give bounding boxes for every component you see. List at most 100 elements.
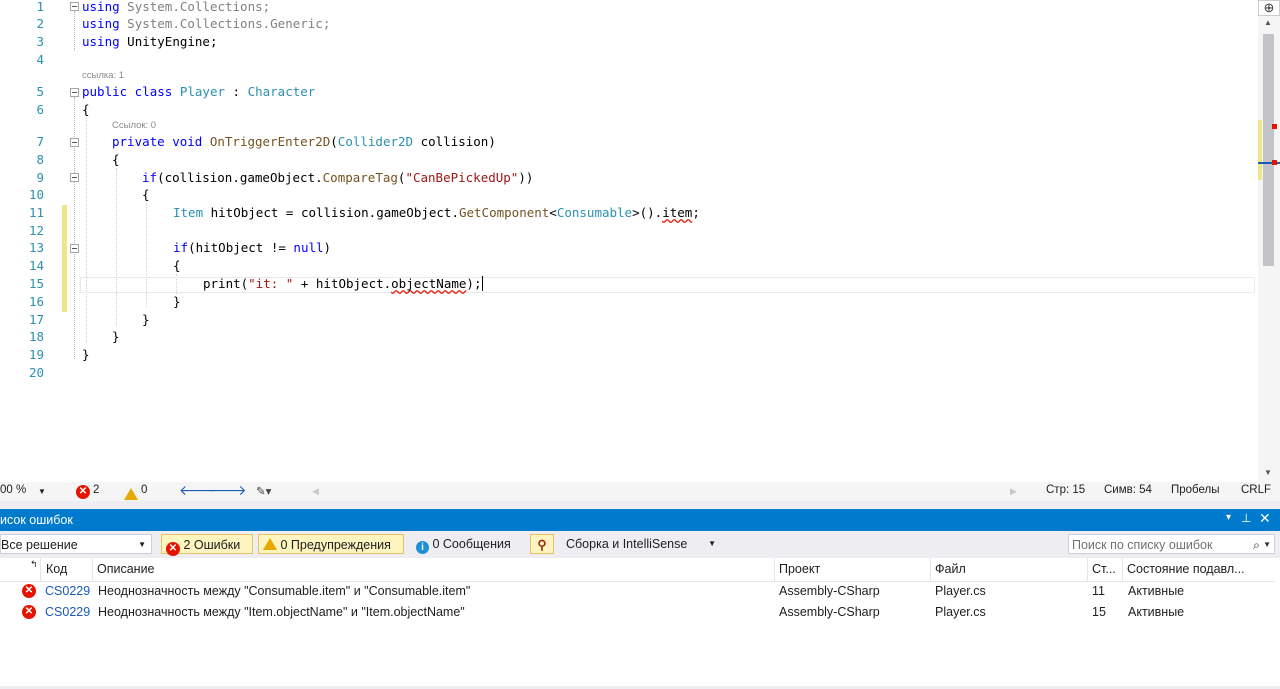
error-description: Неоднозначность между "Consumable.item" … bbox=[98, 584, 471, 598]
code-token: } bbox=[82, 347, 90, 362]
line-number: 10 bbox=[28, 187, 44, 202]
line-ending[interactable]: CRLF bbox=[1241, 484, 1271, 496]
indent-guide bbox=[86, 118, 88, 343]
column-header-description[interactable]: Описание bbox=[97, 562, 155, 576]
codelens-references[interactable]: Ссылок: 0 bbox=[112, 120, 156, 131]
brush-icon[interactable]: ✎▾ bbox=[256, 484, 271, 498]
line-number: 7 bbox=[36, 134, 44, 149]
scroll-down-icon[interactable]: ▼ bbox=[1264, 468, 1272, 477]
search-icon: ⌕ bbox=[1252, 538, 1260, 552]
column-header-line[interactable]: Ст... bbox=[1092, 562, 1116, 576]
code-token: if bbox=[142, 170, 158, 185]
scroll-right-icon[interactable]: ▶ bbox=[1010, 486, 1017, 497]
splitter[interactable] bbox=[0, 501, 1280, 509]
collapse-icon[interactable] bbox=[70, 88, 79, 97]
code-token: >(). bbox=[632, 205, 663, 220]
warnings-filter-button[interactable]: 0 Предупреждения bbox=[258, 534, 404, 554]
filter-icon[interactable]: ⚲ bbox=[530, 534, 554, 554]
line-number: 8 bbox=[36, 152, 44, 167]
column-header-code[interactable]: Код bbox=[46, 562, 67, 576]
close-icon[interactable]: ✕ bbox=[1259, 510, 1271, 527]
error-code-link[interactable]: CS0229 bbox=[45, 584, 90, 598]
code-token: { bbox=[173, 258, 181, 273]
code-line: if(hitObject != null) bbox=[173, 240, 331, 256]
search-input[interactable]: Поиск по списку ошибок ⌕ ▼ bbox=[1068, 534, 1275, 554]
panel-title: исок ошибок bbox=[0, 513, 73, 527]
code-token: class bbox=[127, 84, 173, 99]
line-number: 12 bbox=[28, 223, 44, 238]
vertical-scrollbar[interactable]: ⊕ ▲ ▼ bbox=[1258, 0, 1280, 482]
table-row[interactable]: ✕ CS0229 Неоднозначность между "Item.obj… bbox=[0, 602, 1275, 623]
chevron-down-icon: ▼ bbox=[1263, 540, 1271, 549]
change-marker bbox=[1258, 120, 1262, 180]
code-token: using bbox=[82, 0, 120, 14]
error-count[interactable]: 2 bbox=[93, 484, 99, 496]
code-token: ( bbox=[330, 134, 338, 149]
error-squiggle[interactable]: objectName bbox=[391, 276, 466, 291]
messages-filter-label: 0 Сообщения bbox=[432, 537, 511, 551]
scrollbar-thumb[interactable] bbox=[1263, 34, 1274, 266]
code-line: { bbox=[173, 258, 181, 274]
code-editor[interactable]: 1 2 3 4 5 6 7 8 9 10 11 12 13 14 15 16 1… bbox=[0, 0, 1258, 482]
sort-icon[interactable]: ↰ bbox=[30, 559, 38, 570]
error-state: Активные bbox=[1128, 584, 1185, 598]
line-number: 9 bbox=[36, 170, 44, 185]
line-number: 15 bbox=[28, 276, 44, 291]
chevron-down-icon: ▼ bbox=[708, 539, 716, 548]
table-row[interactable]: ✕ CS0229 Неоднозначность между "Consumab… bbox=[0, 581, 1275, 602]
split-window-icon[interactable]: ⊕ bbox=[1258, 0, 1280, 16]
code-token: Collider2D bbox=[337, 134, 414, 149]
collapse-icon[interactable] bbox=[70, 2, 79, 11]
line-number: 1 bbox=[36, 0, 44, 14]
error-marker bbox=[1272, 160, 1277, 165]
whitespace-mode[interactable]: Пробелы bbox=[1171, 484, 1220, 496]
error-description: Неоднозначность между "Item.objectName" … bbox=[98, 605, 465, 619]
code-token: OnTriggerEnter2D bbox=[202, 134, 331, 149]
code-line: } bbox=[82, 347, 90, 363]
chevron-down-icon[interactable]: ▼ bbox=[38, 487, 46, 496]
scroll-up-icon[interactable]: ▲ bbox=[1264, 18, 1272, 27]
pin-icon[interactable]: ⊥ bbox=[1241, 511, 1251, 525]
build-source-dropdown[interactable]: Сборка и IntelliSense ▼ bbox=[563, 534, 721, 554]
collapse-icon[interactable] bbox=[70, 244, 79, 253]
code-token: { bbox=[142, 187, 150, 202]
line-number: 2 bbox=[36, 16, 44, 31]
errors-filter-button[interactable]: ✕ 2 Ошибки bbox=[161, 534, 253, 556]
collapse-icon[interactable] bbox=[70, 173, 79, 182]
code-token: ) bbox=[323, 240, 332, 255]
line-number: 6 bbox=[36, 102, 44, 117]
scope-dropdown[interactable]: Все решение ▼ bbox=[0, 534, 152, 554]
code-token: hitObject = collision.gameObject. bbox=[203, 205, 459, 220]
error-code-link[interactable]: CS0229 bbox=[45, 605, 90, 619]
code-token: ); bbox=[466, 276, 482, 291]
panel-menu-icon[interactable]: ▾ bbox=[1226, 512, 1231, 523]
code-token: "CanBePickedUp" bbox=[405, 170, 519, 185]
code-token: : bbox=[225, 84, 248, 99]
error-file: Player.cs bbox=[935, 584, 986, 598]
code-line: private void OnTriggerEnter2D(Collider2D… bbox=[112, 134, 496, 150]
search-placeholder: Поиск по списку ошибок bbox=[1072, 538, 1213, 552]
error-line: 15 bbox=[1092, 605, 1106, 619]
code-token: System.Collections.Generic; bbox=[119, 16, 331, 31]
code-token: )) bbox=[518, 170, 534, 185]
column-header-project[interactable]: Проект bbox=[779, 562, 820, 576]
warning-count[interactable]: 0 bbox=[141, 484, 147, 496]
zoom-level[interactable]: 00 % bbox=[0, 484, 26, 496]
line-number: 18 bbox=[28, 329, 44, 344]
error-marker bbox=[1272, 124, 1277, 129]
code-token: private bbox=[112, 134, 165, 149]
code-token: void bbox=[164, 134, 203, 149]
column-header-suppression[interactable]: Состояние подавл... bbox=[1127, 562, 1245, 576]
navigate-forward-icon[interactable]: 🡒 bbox=[209, 482, 247, 499]
code-token: public bbox=[82, 84, 128, 99]
messages-filter-button[interactable]: i 0 Сообщения bbox=[416, 534, 511, 554]
error-icon: ✕ bbox=[22, 584, 36, 598]
code-token: CompareTag bbox=[322, 170, 398, 185]
line-number: 13 bbox=[28, 240, 44, 255]
code-token: if bbox=[173, 240, 189, 255]
collapse-icon[interactable] bbox=[70, 138, 79, 147]
column-header-file[interactable]: Файл bbox=[935, 562, 966, 576]
codelens-references[interactable]: ссылка: 1 bbox=[82, 70, 124, 81]
scroll-left-icon[interactable]: ◀ bbox=[312, 486, 319, 497]
error-squiggle[interactable]: item bbox=[662, 205, 692, 220]
